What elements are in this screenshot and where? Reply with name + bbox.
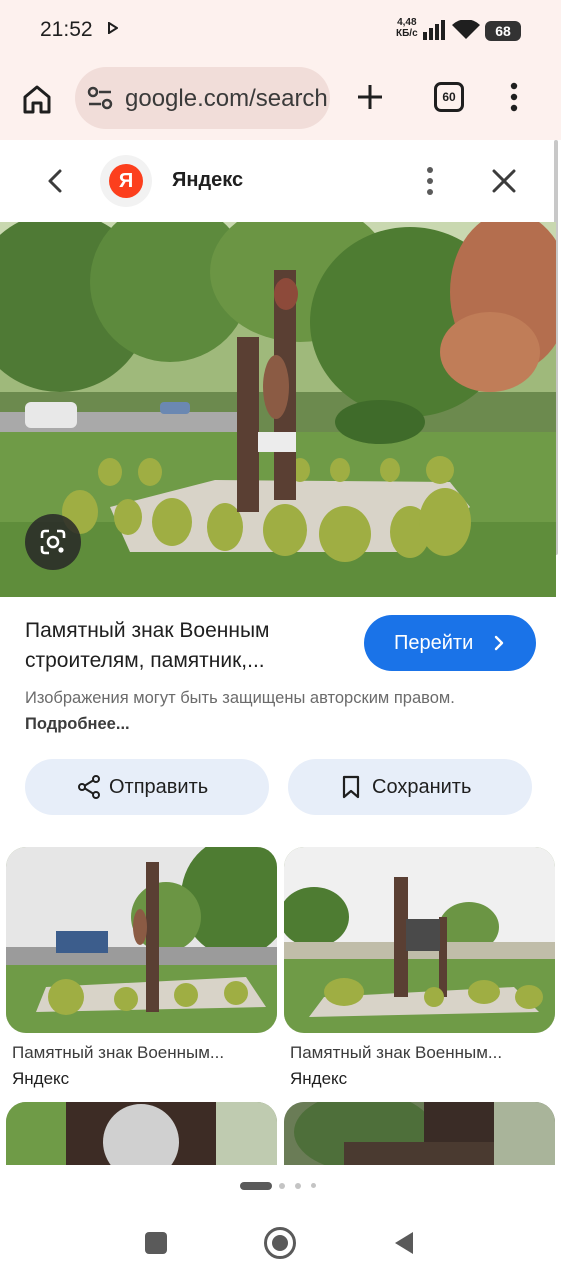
recents-nav-button[interactable] bbox=[145, 1232, 167, 1254]
visit-button-label: Перейти bbox=[394, 632, 474, 654]
network-speed-value: 4,48 bbox=[397, 17, 417, 28]
related-item[interactable]: Памятный знак Военным... Яндекс bbox=[284, 847, 555, 1097]
media-play-icon bbox=[108, 22, 118, 34]
related-image[interactable] bbox=[6, 1102, 277, 1165]
home-icon[interactable] bbox=[20, 82, 54, 116]
bottom-area bbox=[0, 1165, 561, 1280]
home-nav-button[interactable] bbox=[264, 1227, 296, 1259]
site-settings-icon[interactable] bbox=[87, 86, 113, 110]
status-bar: 21:52 4,48 КБ/с 68 bbox=[0, 0, 561, 62]
main-image[interactable] bbox=[0, 222, 556, 597]
pager-dot bbox=[295, 1183, 301, 1189]
learn-more-link[interactable]: Подробнее... bbox=[25, 715, 130, 733]
related-item[interactable]: Памятный знак Военным... Яндекс bbox=[6, 847, 277, 1097]
visit-button[interactable]: Перейти bbox=[364, 615, 536, 671]
share-button[interactable]: Отправить bbox=[25, 759, 269, 815]
related-title: Памятный знак Военным... bbox=[290, 1043, 503, 1062]
more-vert-icon[interactable] bbox=[418, 166, 442, 196]
related-photo bbox=[284, 1102, 555, 1165]
related-photo bbox=[284, 847, 555, 1033]
share-icon bbox=[78, 775, 100, 799]
related-title: Памятный знак Военным... bbox=[12, 1043, 225, 1062]
related-source: Яндекс bbox=[12, 1069, 70, 1088]
share-label: Отправить bbox=[109, 776, 209, 798]
wifi-icon bbox=[452, 20, 480, 39]
source-logo[interactable]: Я bbox=[100, 155, 152, 207]
address-bar[interactable]: google.com/search bbox=[75, 67, 330, 129]
related-image[interactable] bbox=[6, 847, 277, 1033]
battery-indicator: 68 bbox=[485, 21, 521, 41]
browser-toolbar: google.com/search 60 bbox=[0, 62, 561, 140]
bookmark-icon bbox=[342, 775, 360, 799]
save-button[interactable]: Сохранить bbox=[288, 759, 532, 815]
save-label: Сохранить bbox=[372, 776, 472, 798]
image-title[interactable]: Памятный знак Военным строителям, памятн… bbox=[25, 616, 345, 676]
related-photo bbox=[6, 1102, 277, 1165]
network-speed-unit: КБ/с bbox=[396, 28, 418, 39]
panel-header: Я Яндекс bbox=[0, 140, 561, 222]
tab-switcher-button[interactable]: 60 bbox=[434, 82, 464, 112]
back-chevron-icon[interactable] bbox=[42, 167, 70, 195]
related-image[interactable] bbox=[284, 847, 555, 1033]
related-photo bbox=[6, 847, 277, 1033]
pager-dot bbox=[279, 1183, 285, 1189]
back-nav-icon[interactable] bbox=[393, 1231, 415, 1255]
google-lens-button[interactable] bbox=[25, 514, 81, 570]
copyright-notice: Изображения могут быть защищены авторски… bbox=[25, 685, 465, 737]
image-detail-panel: Я Яндекс Памятный знак Военным строителя… bbox=[0, 140, 561, 1165]
more-vert-icon[interactable] bbox=[510, 82, 518, 112]
pager-dot-active bbox=[240, 1182, 272, 1190]
new-tab-icon[interactable] bbox=[355, 82, 385, 112]
source-name[interactable]: Яндекс bbox=[172, 169, 243, 192]
status-time: 21:52 bbox=[40, 18, 93, 41]
related-source: Яндекс bbox=[290, 1069, 348, 1088]
chevron-right-icon bbox=[494, 635, 504, 651]
url-text: google.com/search bbox=[125, 85, 328, 112]
yandex-logo-icon: Я bbox=[109, 164, 143, 198]
cell-signal-icon bbox=[423, 20, 445, 40]
network-speed: 4,48 КБ/с bbox=[396, 17, 418, 39]
monument-photo bbox=[0, 222, 556, 597]
pager-dot bbox=[311, 1183, 316, 1188]
copyright-text: Изображения могут быть защищены авторски… bbox=[25, 689, 455, 707]
lens-icon bbox=[40, 529, 66, 555]
related-image[interactable] bbox=[284, 1102, 555, 1165]
close-icon[interactable] bbox=[490, 167, 518, 195]
